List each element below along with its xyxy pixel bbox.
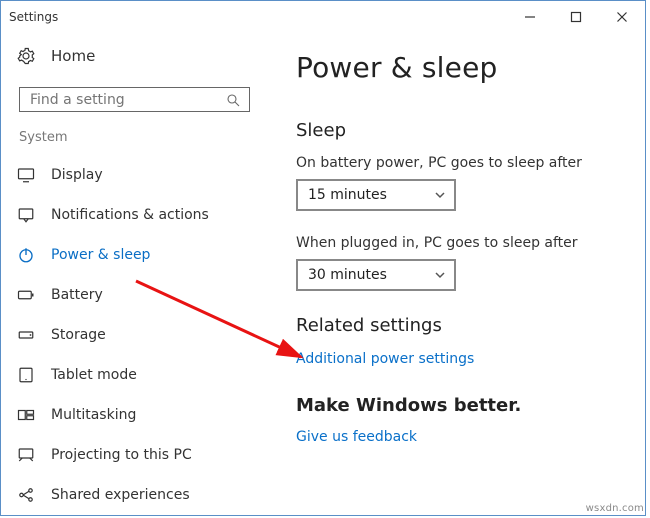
maximize-button[interactable]: [553, 1, 599, 33]
sidebar-item-label: Battery: [51, 287, 103, 303]
nav-list: Display Notifications & actions Power & …: [1, 155, 276, 515]
sidebar-item-label: Shared experiences: [51, 487, 190, 503]
tablet-icon: [17, 366, 35, 384]
give-feedback-link[interactable]: Give us feedback: [296, 429, 417, 445]
chevron-down-icon: [434, 189, 446, 201]
related-settings-heading: Related settings: [296, 315, 625, 336]
share-icon: [17, 486, 35, 504]
chevron-down-icon: [434, 269, 446, 281]
sidebar-item-label: Tablet mode: [51, 367, 137, 383]
sidebar-item-label: Storage: [51, 327, 106, 343]
power-icon: [17, 246, 35, 264]
home-button[interactable]: Home: [1, 39, 276, 73]
settings-window: Settings Home System: [0, 0, 646, 516]
sidebar-item-battery[interactable]: Battery: [1, 275, 276, 315]
main-panel: Power & sleep Sleep On battery power, PC…: [276, 33, 645, 515]
close-icon: [616, 11, 628, 23]
sidebar-item-projecting[interactable]: Projecting to this PC: [1, 435, 276, 475]
search-box[interactable]: [19, 87, 250, 112]
sidebar-item-notifications[interactable]: Notifications & actions: [1, 195, 276, 235]
make-windows-better-heading: Make Windows better.: [296, 395, 625, 416]
maximize-icon: [570, 11, 582, 23]
search-icon: [225, 92, 241, 108]
sidebar-item-label: Multitasking: [51, 407, 136, 423]
sidebar: Home System Display Notifications & acti…: [1, 33, 276, 515]
page-title: Power & sleep: [296, 51, 625, 84]
storage-icon: [17, 326, 35, 344]
battery-icon: [17, 286, 35, 304]
sidebar-item-label: Power & sleep: [51, 247, 150, 263]
home-label: Home: [51, 47, 95, 65]
notification-icon: [17, 206, 35, 224]
minimize-icon: [524, 11, 536, 23]
plugged-sleep-label: When plugged in, PC goes to sleep after: [296, 235, 625, 251]
battery-sleep-dropdown[interactable]: 15 minutes: [296, 179, 456, 211]
display-icon: [17, 166, 35, 184]
sidebar-item-label: Display: [51, 167, 103, 183]
sidebar-item-label: Notifications & actions: [51, 207, 209, 223]
close-button[interactable]: [599, 1, 645, 33]
sleep-heading: Sleep: [296, 120, 625, 141]
sidebar-item-tablet-mode[interactable]: Tablet mode: [1, 355, 276, 395]
sidebar-item-multitasking[interactable]: Multitasking: [1, 395, 276, 435]
watermark: wsxdn.com: [586, 503, 644, 514]
sidebar-item-shared-experiences[interactable]: Shared experiences: [1, 475, 276, 515]
plugged-sleep-dropdown[interactable]: 30 minutes: [296, 259, 456, 291]
additional-power-settings-link[interactable]: Additional power settings: [296, 351, 474, 367]
battery-sleep-label: On battery power, PC goes to sleep after: [296, 155, 625, 171]
battery-sleep-value: 15 minutes: [308, 187, 387, 203]
minimize-button[interactable]: [507, 1, 553, 33]
sidebar-item-display[interactable]: Display: [1, 155, 276, 195]
sidebar-item-label: Projecting to this PC: [51, 447, 192, 463]
window-title: Settings: [9, 10, 58, 24]
gear-icon: [17, 47, 35, 65]
sidebar-item-power-sleep[interactable]: Power & sleep: [1, 235, 276, 275]
sidebar-item-storage[interactable]: Storage: [1, 315, 276, 355]
projecting-icon: [17, 446, 35, 464]
plugged-sleep-value: 30 minutes: [308, 267, 387, 283]
titlebar: Settings: [1, 1, 645, 33]
section-label: System: [1, 130, 276, 155]
multitasking-icon: [17, 406, 35, 424]
search-input[interactable]: [28, 91, 225, 109]
